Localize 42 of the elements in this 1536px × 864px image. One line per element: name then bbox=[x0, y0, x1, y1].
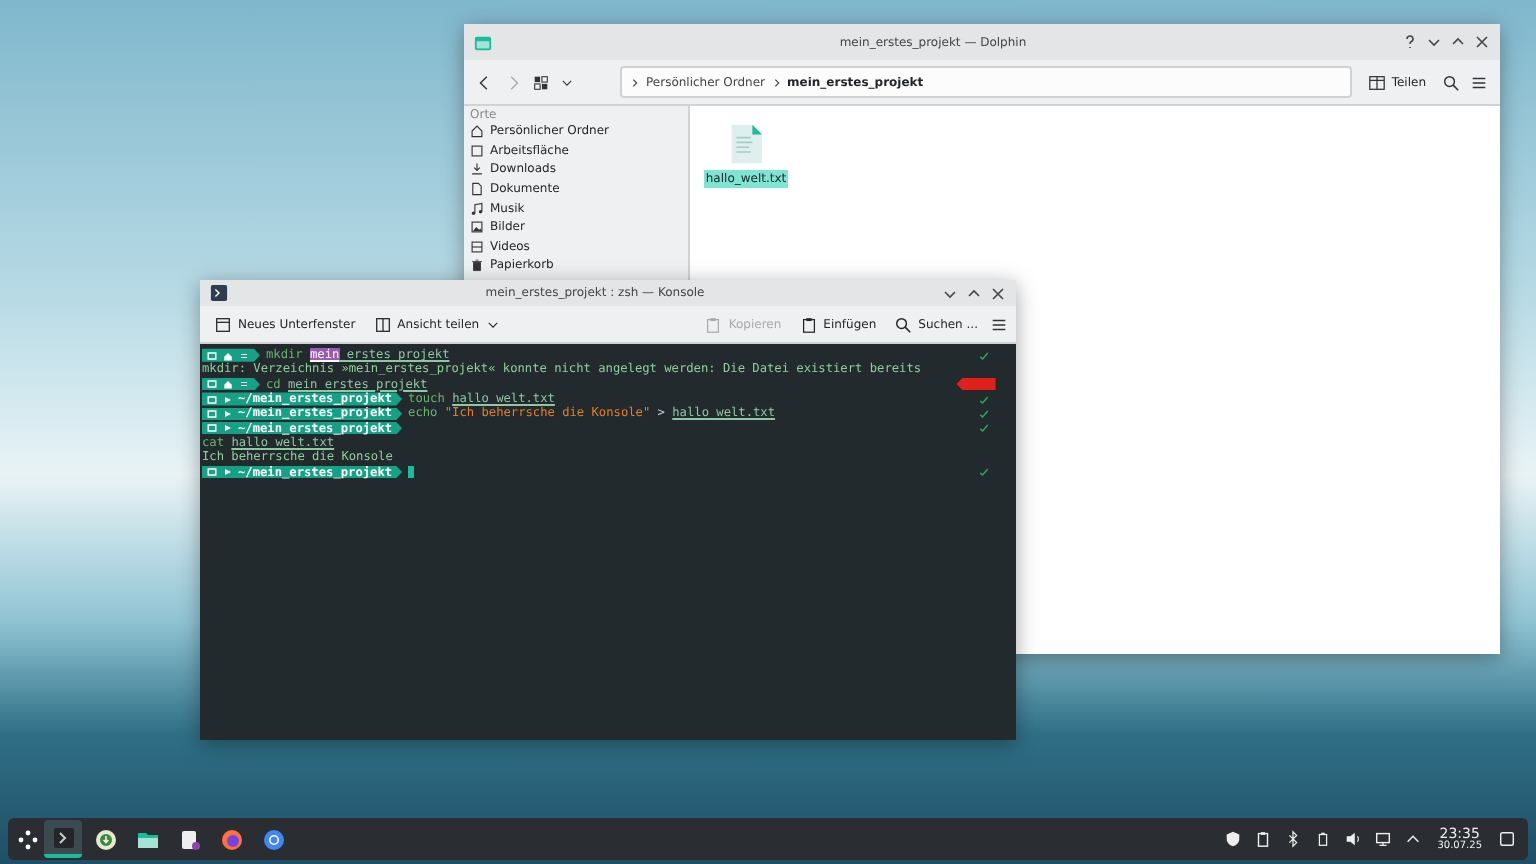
close-icon[interactable] bbox=[1474, 34, 1490, 50]
chevron-icon bbox=[630, 77, 640, 87]
close-icon[interactable] bbox=[990, 285, 1006, 301]
new-tab-icon bbox=[214, 315, 232, 333]
music-note-icon bbox=[470, 201, 484, 216]
app-launcher-icon[interactable] bbox=[16, 827, 40, 851]
clipboard-icon[interactable] bbox=[1253, 830, 1272, 848]
battery-icon[interactable] bbox=[1313, 830, 1332, 848]
home-icon bbox=[222, 349, 234, 362]
view-mode-icon[interactable] bbox=[532, 73, 550, 91]
globe-icon bbox=[261, 827, 285, 851]
equals-icon bbox=[238, 349, 250, 362]
help-icon[interactable] bbox=[1402, 34, 1418, 50]
trash-icon bbox=[470, 258, 484, 273]
search-icon[interactable] bbox=[1442, 73, 1460, 91]
taskbar-item[interactable] bbox=[44, 820, 82, 858]
expand-icon[interactable] bbox=[1403, 830, 1422, 848]
maximize-icon[interactable] bbox=[966, 285, 982, 301]
split-panel-icon bbox=[1367, 73, 1386, 91]
show-desktop-icon[interactable] bbox=[1498, 830, 1516, 848]
image-icon bbox=[470, 220, 484, 235]
menu-icon[interactable] bbox=[990, 315, 1008, 333]
split-panel-icon bbox=[373, 315, 392, 333]
speaker-icon[interactable] bbox=[1343, 830, 1362, 848]
chevron-icon bbox=[771, 77, 782, 87]
minimize-icon[interactable] bbox=[942, 285, 958, 301]
home-icon bbox=[470, 124, 484, 139]
arrow-icon bbox=[222, 466, 234, 479]
document-icon bbox=[470, 182, 484, 197]
equals-icon bbox=[238, 378, 250, 391]
maximize-icon[interactable] bbox=[1450, 34, 1466, 50]
copy-icon bbox=[704, 315, 723, 333]
search-icon bbox=[894, 315, 913, 333]
bluetooth-icon[interactable] bbox=[1283, 830, 1302, 848]
minimize-icon[interactable] bbox=[1426, 34, 1442, 50]
caret-icon[interactable] bbox=[560, 75, 574, 89]
menu-icon[interactable] bbox=[1470, 73, 1488, 91]
shield-icon[interactable] bbox=[1223, 830, 1242, 848]
home-icon bbox=[222, 378, 234, 391]
clipboard-icon bbox=[799, 315, 818, 333]
download-icon bbox=[470, 162, 484, 177]
disc-icon bbox=[93, 827, 117, 851]
